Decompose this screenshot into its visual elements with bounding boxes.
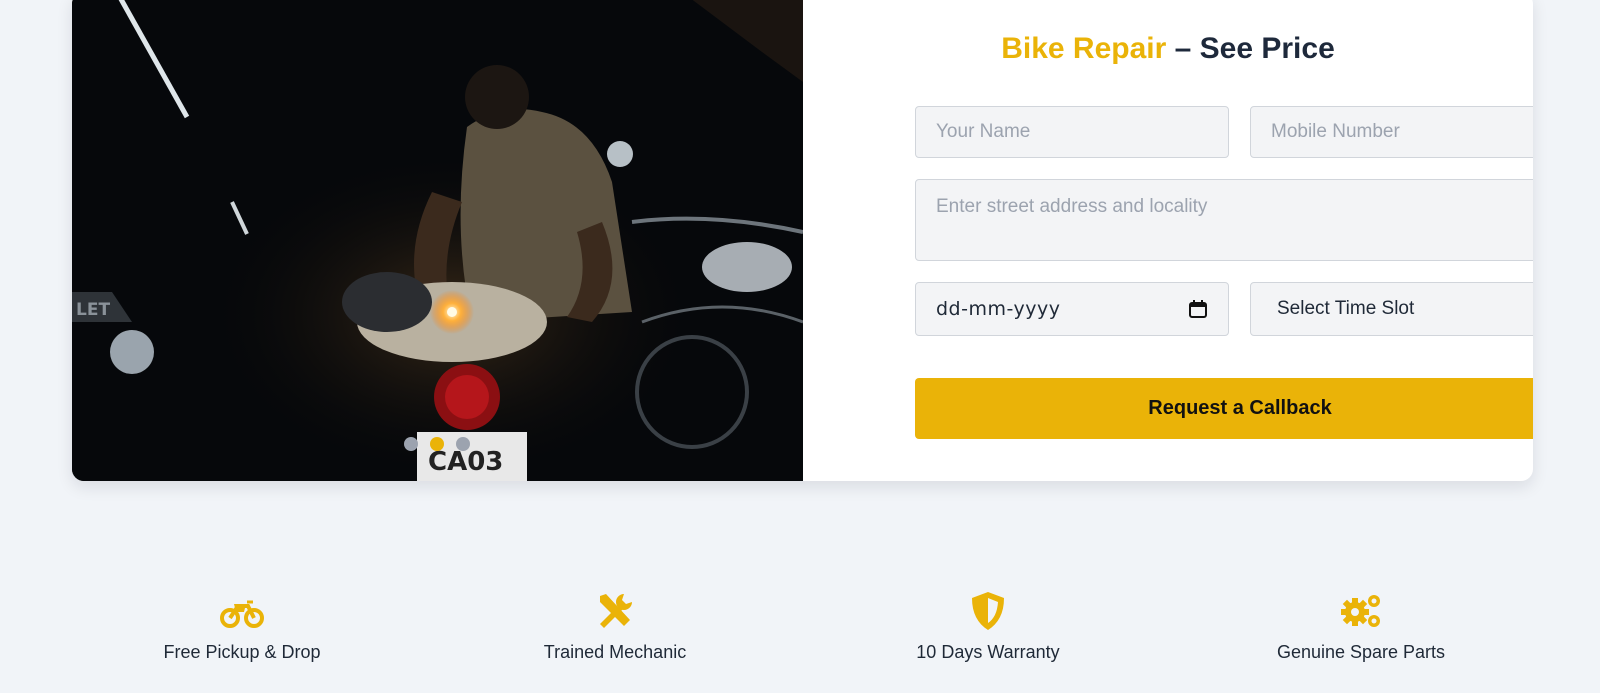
slider-dot-2[interactable] (430, 437, 444, 451)
request-callback-button[interactable]: Request a Callback (915, 378, 1533, 439)
mobile-input[interactable] (1250, 106, 1533, 158)
form-title: Bike Repair – See Price (803, 32, 1533, 66)
feature-label: Free Pickup & Drop (163, 642, 321, 662)
feature-label: Genuine Spare Parts (1276, 642, 1446, 662)
feature-spare-parts: Genuine Spare Parts (1211, 590, 1511, 663)
slider-dot-3[interactable] (456, 437, 470, 451)
form-title-accent: Bike Repair (1001, 32, 1167, 65)
address-textarea[interactable] (915, 179, 1533, 261)
svg-text:CA03: CA03 (428, 447, 503, 477)
svg-text:LET: LET (76, 300, 110, 320)
feature-free-pickup: Free Pickup & Drop (92, 590, 392, 663)
mechanic-photo: CA03 LET (72, 0, 803, 481)
booking-card: CA03 LET Bike Repair – See Price dd-mm (72, 0, 1533, 481)
time-slot-select[interactable]: Select Time Slot (1250, 282, 1533, 336)
feature-trained-mechanic: Trained Mechanic (465, 590, 765, 663)
tools-icon (600, 594, 632, 628)
slider-dots (404, 437, 470, 451)
name-input[interactable] (915, 106, 1229, 158)
slider-dot-1[interactable] (404, 437, 418, 451)
calendar-icon[interactable] (1188, 299, 1208, 319)
features-row: Free Pickup & Drop Trained Mechanic 10 D… (0, 590, 1600, 680)
gears-icon (1341, 595, 1380, 627)
motorcycle-icon (220, 600, 264, 628)
form-title-rest: – See Price (1166, 32, 1335, 65)
date-value: dd-mm-yyyy (936, 298, 1061, 320)
time-slot-value: Select Time Slot (1277, 298, 1415, 319)
price-form: Bike Repair – See Price dd-mm-yyyy Selec… (803, 0, 1533, 481)
feature-label: Trained Mechanic (543, 642, 687, 662)
shield-icon (972, 592, 1004, 630)
feature-label: 10 Days Warranty (916, 642, 1060, 662)
feature-warranty: 10 Days Warranty (838, 590, 1138, 663)
date-picker[interactable]: dd-mm-yyyy (915, 282, 1229, 336)
hero-image-slider[interactable]: CA03 LET (72, 0, 803, 481)
